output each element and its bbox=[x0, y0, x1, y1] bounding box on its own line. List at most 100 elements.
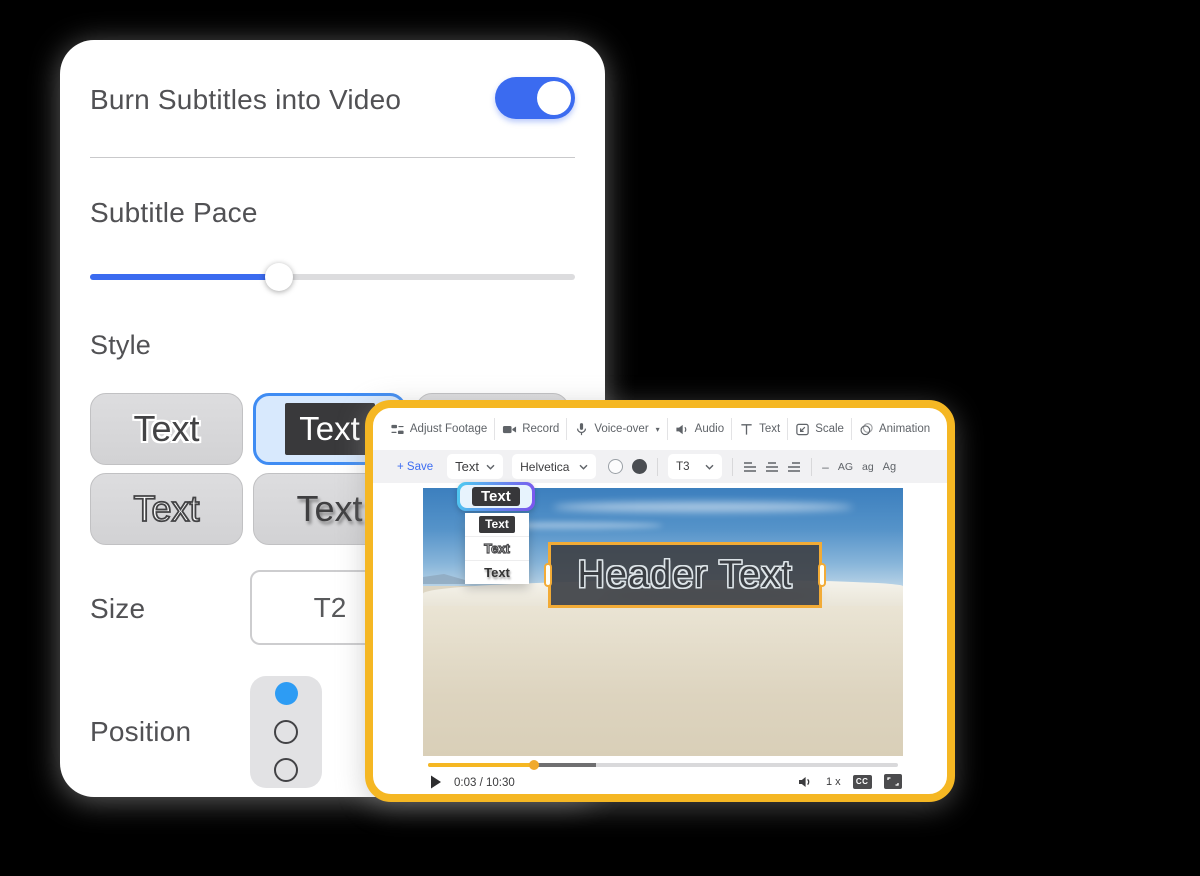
align-center-icon[interactable] bbox=[765, 461, 779, 473]
dropdown-item-label: Text bbox=[484, 565, 510, 580]
titlecase-option[interactable]: Ag bbox=[883, 461, 896, 473]
style-dropdown-selected-inner: Text bbox=[460, 485, 532, 508]
style-option-dark-box: Text bbox=[285, 403, 375, 455]
text-tool-icon bbox=[739, 422, 754, 437]
slider-fill bbox=[90, 274, 279, 280]
style-label: Style bbox=[90, 330, 151, 361]
position-radio-middle[interactable] bbox=[274, 720, 298, 744]
animation-button[interactable]: Animation bbox=[852, 422, 937, 437]
play-button[interactable] bbox=[430, 775, 442, 789]
font-family-value: Helvetica bbox=[520, 460, 569, 474]
style-dropdown-item-hollow[interactable]: Text bbox=[465, 536, 529, 560]
font-family-select[interactable]: Helvetica bbox=[512, 454, 596, 479]
text-color-swatch-outline[interactable] bbox=[608, 459, 623, 474]
toolbar-label: Text bbox=[759, 423, 780, 435]
uppercase-option[interactable]: AG bbox=[838, 461, 853, 473]
format-bar: + Save Text Helvetica T3 bbox=[373, 450, 947, 483]
burn-subtitles-label: Burn Subtitles into Video bbox=[90, 84, 401, 116]
stage: Burn Subtitles into Video Subtitle Pace … bbox=[0, 0, 1200, 876]
save-button[interactable]: + Save bbox=[397, 461, 433, 473]
slider-thumb[interactable] bbox=[265, 263, 293, 291]
audio-button[interactable]: Audio bbox=[668, 422, 731, 437]
text-tool-button[interactable]: Text bbox=[732, 422, 787, 437]
style-dropdown-item-boxed-dark[interactable]: Text bbox=[465, 513, 529, 536]
subtitle-pace-slider[interactable] bbox=[90, 274, 575, 280]
toggle-knob bbox=[537, 81, 571, 115]
toolbar-label: Animation bbox=[879, 423, 930, 435]
toolbar-label: Record bbox=[522, 423, 559, 435]
text-style-select[interactable]: Text bbox=[447, 454, 503, 479]
video-cloud bbox=[553, 502, 853, 512]
size-value: T2 bbox=[314, 592, 347, 624]
dropdown-item-label: Text bbox=[479, 516, 515, 533]
position-radio-group bbox=[250, 676, 322, 788]
playback-speed[interactable]: 1 x bbox=[826, 776, 841, 788]
position-radio-top[interactable] bbox=[275, 682, 298, 705]
text-size-value: T3 bbox=[676, 461, 689, 473]
subtitle-pace-label: Subtitle Pace bbox=[90, 197, 258, 229]
player-right-controls: 1 x CC bbox=[798, 774, 902, 789]
toolbar-label: Scale bbox=[815, 423, 844, 435]
header-text: Header Text bbox=[577, 554, 792, 597]
caret-down-icon: ▾ bbox=[656, 425, 660, 434]
style-option-label: Text bbox=[133, 408, 199, 450]
position-label: Position bbox=[90, 716, 191, 748]
audio-icon bbox=[675, 422, 690, 437]
chevron-down-icon bbox=[579, 464, 588, 470]
alignment-group bbox=[743, 461, 801, 473]
player-controls: 0:03 / 10:30 1 x CC bbox=[430, 772, 898, 798]
text-style-value: Text bbox=[455, 459, 479, 474]
animation-icon bbox=[859, 422, 874, 437]
style-option-hollow[interactable]: Text bbox=[90, 473, 243, 545]
video-sand-texture bbox=[423, 606, 903, 756]
style-dropdown-selected[interactable]: Text bbox=[457, 482, 535, 511]
video-progress-bar[interactable] bbox=[428, 763, 898, 767]
progress-thumb[interactable] bbox=[529, 760, 539, 770]
chevron-down-icon bbox=[705, 464, 714, 470]
adjust-footage-button[interactable]: Adjust Footage bbox=[383, 422, 494, 437]
style-option-label: Text bbox=[296, 488, 362, 530]
dropdown-item-label: Text bbox=[484, 541, 510, 556]
progress-buffered bbox=[534, 763, 596, 767]
volume-icon[interactable] bbox=[798, 775, 814, 789]
style-option-label: Text bbox=[133, 488, 199, 530]
adjust-footage-icon bbox=[390, 422, 405, 437]
record-button[interactable]: Record bbox=[495, 422, 566, 437]
style-dropdown-panel: Text Text Text bbox=[465, 513, 529, 584]
size-label: Size bbox=[90, 593, 145, 625]
decrease-spacing-button[interactable]: – bbox=[822, 460, 829, 474]
header-text-element[interactable]: Header Text bbox=[548, 542, 822, 608]
voice-over-button[interactable]: Voice-over ▾ bbox=[567, 422, 666, 437]
style-option-outline-white[interactable]: Text bbox=[90, 393, 243, 465]
text-color-swatch-filled[interactable] bbox=[632, 459, 647, 474]
closed-captions-button[interactable]: CC bbox=[853, 775, 872, 789]
editor-toolbar: Adjust Footage Record Voice-over ▾ bbox=[373, 408, 947, 450]
voice-over-icon bbox=[574, 422, 589, 437]
time-display: 0:03 / 10:30 bbox=[454, 777, 515, 789]
position-radio-bottom[interactable] bbox=[274, 758, 298, 782]
record-icon bbox=[502, 422, 517, 437]
format-separator bbox=[657, 458, 658, 476]
chevron-down-icon bbox=[486, 464, 495, 470]
format-separator bbox=[732, 458, 733, 476]
progress-played bbox=[428, 763, 534, 767]
format-separator bbox=[811, 458, 812, 476]
resize-handle-left[interactable] bbox=[544, 563, 552, 587]
style-dropdown-item-shadow[interactable]: Text bbox=[465, 560, 529, 584]
section-divider bbox=[90, 157, 575, 158]
scale-icon bbox=[795, 422, 810, 437]
resize-handle-right[interactable] bbox=[818, 563, 826, 587]
toolbar-label: Voice-over bbox=[594, 423, 648, 435]
scale-button[interactable]: Scale bbox=[788, 422, 851, 437]
style-option-label: Text bbox=[299, 410, 360, 448]
lowercase-option[interactable]: ag bbox=[862, 461, 874, 473]
align-right-icon[interactable] bbox=[787, 461, 801, 473]
text-size-select[interactable]: T3 bbox=[668, 454, 722, 479]
video-editor-card: Adjust Footage Record Voice-over ▾ bbox=[365, 400, 955, 802]
fullscreen-icon[interactable] bbox=[884, 774, 902, 789]
toolbar-label: Audio bbox=[695, 423, 724, 435]
toolbar-label: Adjust Footage bbox=[410, 423, 487, 435]
style-dropdown-selected-label: Text bbox=[472, 487, 520, 506]
align-left-icon[interactable] bbox=[743, 461, 757, 473]
burn-subtitles-toggle[interactable] bbox=[495, 77, 575, 119]
